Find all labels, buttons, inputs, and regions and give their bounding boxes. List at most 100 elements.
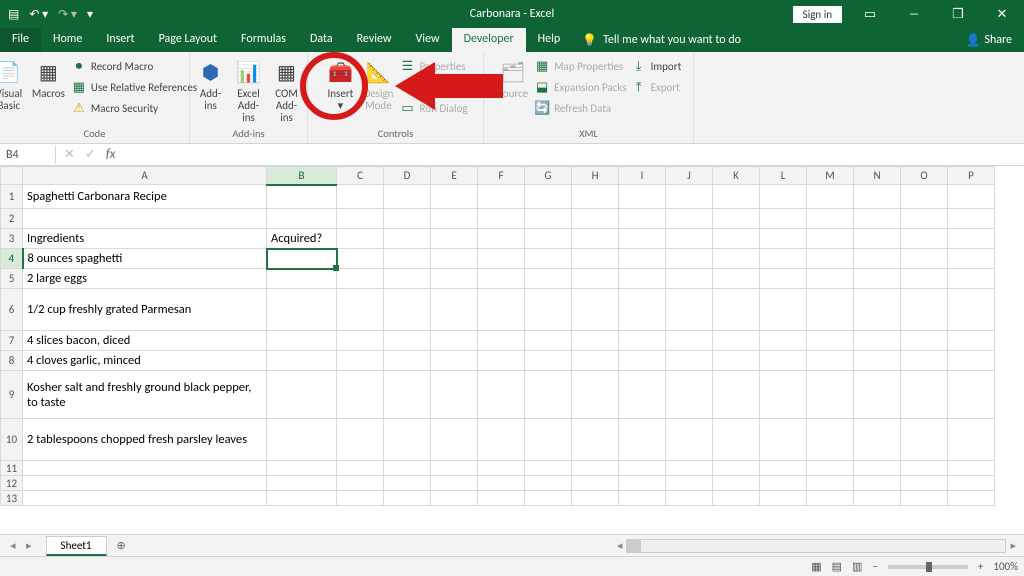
- col-header-C[interactable]: C: [337, 167, 384, 185]
- cell-A5[interactable]: 2 large eggs: [23, 269, 267, 289]
- cell-C3[interactable]: [337, 229, 384, 249]
- cell-B11[interactable]: [267, 461, 337, 476]
- cell-N11[interactable]: [854, 461, 901, 476]
- cell-O7[interactable]: [901, 331, 948, 351]
- cell-F5[interactable]: [478, 269, 525, 289]
- cell-M3[interactable]: [807, 229, 854, 249]
- cell-D7[interactable]: [384, 331, 431, 351]
- col-header-J[interactable]: J: [666, 167, 713, 185]
- cell-H5[interactable]: [572, 269, 619, 289]
- cell-E2[interactable]: [431, 209, 478, 229]
- cell-K10[interactable]: [713, 419, 760, 461]
- row-header-11[interactable]: 11: [1, 461, 23, 476]
- cell-A11[interactable]: [23, 461, 267, 476]
- cell-F7[interactable]: [478, 331, 525, 351]
- cell-G12[interactable]: [525, 476, 572, 491]
- cell-N9[interactable]: [854, 371, 901, 419]
- tell-me[interactable]: 💡 Tell me what you want to do: [572, 28, 751, 52]
- cell-O12[interactable]: [901, 476, 948, 491]
- cell-B8[interactable]: [267, 351, 337, 371]
- col-header-I[interactable]: I: [619, 167, 666, 185]
- cell-G4[interactable]: [525, 249, 572, 269]
- macro-security-button[interactable]: ⚠Macro Security: [71, 98, 197, 118]
- cell-M4[interactable]: [807, 249, 854, 269]
- sign-in-button[interactable]: Sign in: [793, 6, 842, 23]
- cell-N13[interactable]: [854, 491, 901, 506]
- cell-P8[interactable]: [948, 351, 995, 371]
- cell-A3[interactable]: Ingredients: [23, 229, 267, 249]
- row-header-13[interactable]: 13: [1, 491, 23, 506]
- tab-home[interactable]: Home: [41, 28, 94, 52]
- cell-K12[interactable]: [713, 476, 760, 491]
- cell-G2[interactable]: [525, 209, 572, 229]
- cell-O11[interactable]: [901, 461, 948, 476]
- cell-I9[interactable]: [619, 371, 666, 419]
- col-header-G[interactable]: G: [525, 167, 572, 185]
- cell-F12[interactable]: [478, 476, 525, 491]
- cell-D1[interactable]: [384, 185, 431, 209]
- cell-A2[interactable]: [23, 209, 267, 229]
- export-button[interactable]: ⤒Export: [631, 77, 682, 97]
- cell-L8[interactable]: [760, 351, 807, 371]
- cell-J3[interactable]: [666, 229, 713, 249]
- cell-J1[interactable]: [666, 185, 713, 209]
- tab-page-layout[interactable]: Page Layout: [147, 28, 229, 52]
- col-header-B[interactable]: B: [267, 167, 337, 185]
- cell-G8[interactable]: [525, 351, 572, 371]
- cell-G3[interactable]: [525, 229, 572, 249]
- cell-E10[interactable]: [431, 419, 478, 461]
- cell-E5[interactable]: [431, 269, 478, 289]
- insert-controls-button[interactable]: 🧰Insert▾: [321, 54, 359, 118]
- cell-O3[interactable]: [901, 229, 948, 249]
- cell-L11[interactable]: [760, 461, 807, 476]
- cell-A12[interactable]: [23, 476, 267, 491]
- cell-P2[interactable]: [948, 209, 995, 229]
- cell-D12[interactable]: [384, 476, 431, 491]
- cell-L10[interactable]: [760, 419, 807, 461]
- cell-J2[interactable]: [666, 209, 713, 229]
- cell-O4[interactable]: [901, 249, 948, 269]
- cell-B3[interactable]: Acquired?: [267, 229, 337, 249]
- cell-K7[interactable]: [713, 331, 760, 351]
- cell-D9[interactable]: [384, 371, 431, 419]
- cell-F1[interactable]: [478, 185, 525, 209]
- cell-I3[interactable]: [619, 229, 666, 249]
- cell-K6[interactable]: [713, 289, 760, 331]
- row-header-1[interactable]: 1: [1, 185, 23, 209]
- cell-N8[interactable]: [854, 351, 901, 371]
- cell-I7[interactable]: [619, 331, 666, 351]
- cell-A4[interactable]: 8 ounces spaghetti: [23, 249, 267, 269]
- cell-H9[interactable]: [572, 371, 619, 419]
- cell-L7[interactable]: [760, 331, 807, 351]
- cell-L5[interactable]: [760, 269, 807, 289]
- cell-O5[interactable]: [901, 269, 948, 289]
- cell-A6[interactable]: 1/2 cup freshly grated Parmesan: [23, 289, 267, 331]
- cell-H13[interactable]: [572, 491, 619, 506]
- cell-G6[interactable]: [525, 289, 572, 331]
- view-layout-icon[interactable]: ▤: [832, 560, 842, 573]
- cell-M13[interactable]: [807, 491, 854, 506]
- redo-icon[interactable]: ↷ ▾: [58, 7, 77, 22]
- cell-P1[interactable]: [948, 185, 995, 209]
- map-properties-button[interactable]: ▦Map Properties: [534, 56, 626, 76]
- cell-D13[interactable]: [384, 491, 431, 506]
- cell-K9[interactable]: [713, 371, 760, 419]
- tab-view[interactable]: View: [404, 28, 452, 52]
- qat-customize-icon[interactable]: ▾: [87, 7, 93, 22]
- ribbon-options-icon[interactable]: ▭: [848, 0, 892, 28]
- cell-I13[interactable]: [619, 491, 666, 506]
- cell-P7[interactable]: [948, 331, 995, 351]
- fx-icon[interactable]: fx: [106, 147, 116, 162]
- cell-E3[interactable]: [431, 229, 478, 249]
- cell-J11[interactable]: [666, 461, 713, 476]
- cell-J6[interactable]: [666, 289, 713, 331]
- cell-H12[interactable]: [572, 476, 619, 491]
- cell-L12[interactable]: [760, 476, 807, 491]
- col-header-P[interactable]: P: [948, 167, 995, 185]
- sheet-nav[interactable]: ◂ ▸: [0, 539, 46, 552]
- cell-P9[interactable]: [948, 371, 995, 419]
- cell-O1[interactable]: [901, 185, 948, 209]
- use-relative-refs-button[interactable]: ▦Use Relative References: [71, 77, 197, 97]
- cell-A1[interactable]: Spaghetti Carbonara Recipe: [23, 185, 267, 209]
- tab-developer[interactable]: Developer: [452, 28, 526, 52]
